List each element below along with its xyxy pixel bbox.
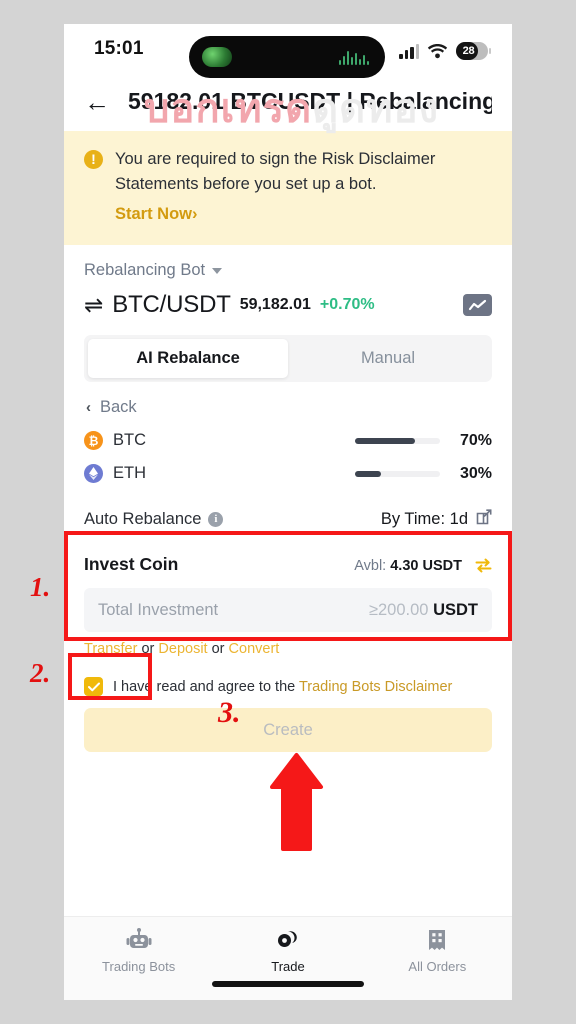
agreement-checkbox[interactable]: [84, 677, 103, 697]
screenshot-root: 15:01 28 ← 59182.01 BTCUSDT | Rebalancin…: [0, 0, 576, 1024]
banner-text: You are required to sign the Risk Discla…: [115, 150, 436, 194]
annotation-step-1: 1.: [30, 572, 51, 602]
funding-links: Transfer or Deposit or Convert: [84, 641, 492, 657]
total-investment-field[interactable]: Total Investment ≥200.00 USDT: [84, 588, 492, 633]
annotation-step-2: 2.: [30, 658, 51, 688]
camera-icon: [202, 47, 232, 67]
or-separator-2: or: [207, 641, 229, 658]
edit-square-icon[interactable]: [476, 509, 492, 530]
bitcoin-icon: ₿: [84, 431, 103, 451]
coin-name-eth: ETH: [113, 464, 146, 483]
arrow-left-icon[interactable]: ←: [84, 89, 110, 115]
page-title: 59182.01 BTCUSDT | Rebalancing...: [128, 88, 492, 114]
nav-label-trade: Trade: [271, 959, 305, 974]
nav-item-trading-bots[interactable]: Trading Bots: [64, 926, 213, 974]
pair-block: Rebalancing Bot ⇌ BTC/USDT 59,182.01 +0.…: [64, 245, 512, 327]
pair-price: 59,182.01: [239, 296, 311, 314]
nav-label-trading-bots: Trading Bots: [102, 959, 176, 974]
input-suffix: ≥200.00 USDT: [369, 601, 478, 620]
available-label: Avbl:: [354, 558, 391, 575]
swap-vertical-icon[interactable]: ⇌: [84, 293, 103, 317]
input-unit: USDT: [433, 600, 478, 619]
tab-ai-rebalance[interactable]: AI Rebalance: [88, 339, 288, 379]
tab-manual[interactable]: Manual: [288, 339, 488, 378]
back-link[interactable]: ‹ Back: [64, 382, 512, 423]
bot-type-selector[interactable]: Rebalancing Bot: [84, 261, 492, 280]
available-balance: Avbl: 4.30 USDT: [354, 558, 492, 577]
line-chart-icon[interactable]: [463, 294, 492, 317]
invest-coin-title: Invest Coin: [84, 554, 179, 575]
home-indicator: [212, 981, 364, 987]
auto-rebalance-value-wrap[interactable]: By Time: 1d: [381, 509, 492, 530]
start-now-link[interactable]: Start Now ›: [115, 197, 492, 227]
or-separator-1: or: [137, 641, 159, 658]
risk-disclaimer-banner: ! You are required to sign the Risk Disc…: [64, 131, 512, 246]
allocation-row-btc: ₿ BTC 70%: [84, 425, 492, 456]
banner-body: You are required to sign the Risk Discla…: [115, 147, 492, 227]
audio-waveform-icon: [339, 50, 369, 65]
pair-symbol[interactable]: BTC/USDT: [112, 291, 231, 319]
pair-row: ⇌ BTC/USDT 59,182.01 +0.70%: [84, 291, 492, 319]
wifi-icon: [427, 44, 448, 59]
chevron-right-icon: ›: [192, 205, 198, 224]
coins-icon: [213, 926, 362, 954]
allocation-slider-btc[interactable]: [355, 437, 440, 444]
chevron-left-icon: ‹: [86, 399, 91, 417]
start-now-label: Start Now: [115, 205, 193, 224]
nav-label-all-orders: All Orders: [408, 959, 467, 974]
status-clock: 15:01: [94, 38, 144, 59]
auto-rebalance-value: By Time: 1d: [380, 510, 468, 529]
orders-grid-icon: [363, 926, 512, 954]
robot-icon: [64, 926, 213, 954]
min-amount-hint: ≥200.00: [368, 600, 429, 619]
info-icon[interactable]: i: [208, 512, 224, 528]
agreement-row[interactable]: I have read and agree to the Trading Bot…: [64, 663, 512, 697]
mode-tabs: AI Rebalance Manual: [84, 335, 492, 383]
auto-rebalance-row: Auto Rebalance i By Time: 1d: [64, 491, 512, 546]
transfer-arrows-icon[interactable]: [475, 558, 492, 577]
transfer-link[interactable]: Transfer: [84, 641, 137, 657]
dynamic-island: [189, 36, 385, 78]
auto-rebalance-label: Auto Rebalance: [84, 510, 202, 529]
checkmark-icon: [87, 682, 100, 692]
allocation-slider-eth[interactable]: [355, 470, 440, 477]
trading-bots-disclaimer-link[interactable]: Trading Bots Disclaimer: [299, 679, 452, 695]
app-header: ← 59182.01 BTCUSDT | Rebalancing...: [64, 82, 512, 131]
agreement-prefix: I have read and agree to the: [113, 678, 299, 695]
available-value: 4.30 USDT: [390, 558, 462, 575]
convert-link[interactable]: Convert: [229, 641, 280, 657]
create-button[interactable]: Create: [84, 708, 492, 753]
chevron-down-icon: [212, 267, 223, 274]
invest-coin-header: Invest Coin Avbl: 4.30 USDT: [84, 554, 492, 577]
battery-icon: 28: [456, 42, 491, 60]
coin-name-btc: BTC: [113, 431, 146, 450]
mode-tabs-wrap: AI Rebalance Manual: [64, 327, 512, 383]
create-button-wrap: Create: [64, 696, 512, 753]
allocation-row-eth: ETH 30%: [84, 458, 492, 489]
alert-circle-icon: !: [84, 150, 103, 169]
status-icons: 28: [399, 42, 491, 60]
nav-item-all-orders[interactable]: All Orders: [363, 926, 512, 974]
phone-screen: 15:01 28 ← 59182.01 BTCUSDT | Rebalancin…: [64, 24, 512, 1000]
cellular-bars-icon: [399, 43, 419, 59]
allocation-percent-btc: 70%: [459, 431, 492, 449]
battery-percent: 28: [462, 45, 475, 57]
nav-item-trade[interactable]: Trade: [213, 926, 362, 974]
back-link-label: Back: [100, 398, 137, 417]
total-investment-placeholder: Total Investment: [98, 600, 219, 619]
agreement-text: I have read and agree to the Trading Bot…: [113, 679, 452, 695]
invest-coin-section: Invest Coin Avbl: 4.30 USDT Total Invest…: [64, 546, 512, 663]
status-bar: 15:01 28: [64, 24, 512, 82]
bottom-nav: Trading Bots Trade All Orders: [64, 916, 512, 1000]
pair-change: +0.70%: [319, 296, 375, 314]
bot-type-label: Rebalancing Bot: [84, 261, 206, 280]
ethereum-icon: [84, 464, 103, 484]
allocation-percent-eth: 30%: [459, 464, 492, 482]
allocation-list: ₿ BTC 70% ETH 30%: [64, 423, 512, 489]
deposit-link[interactable]: Deposit: [158, 641, 207, 657]
